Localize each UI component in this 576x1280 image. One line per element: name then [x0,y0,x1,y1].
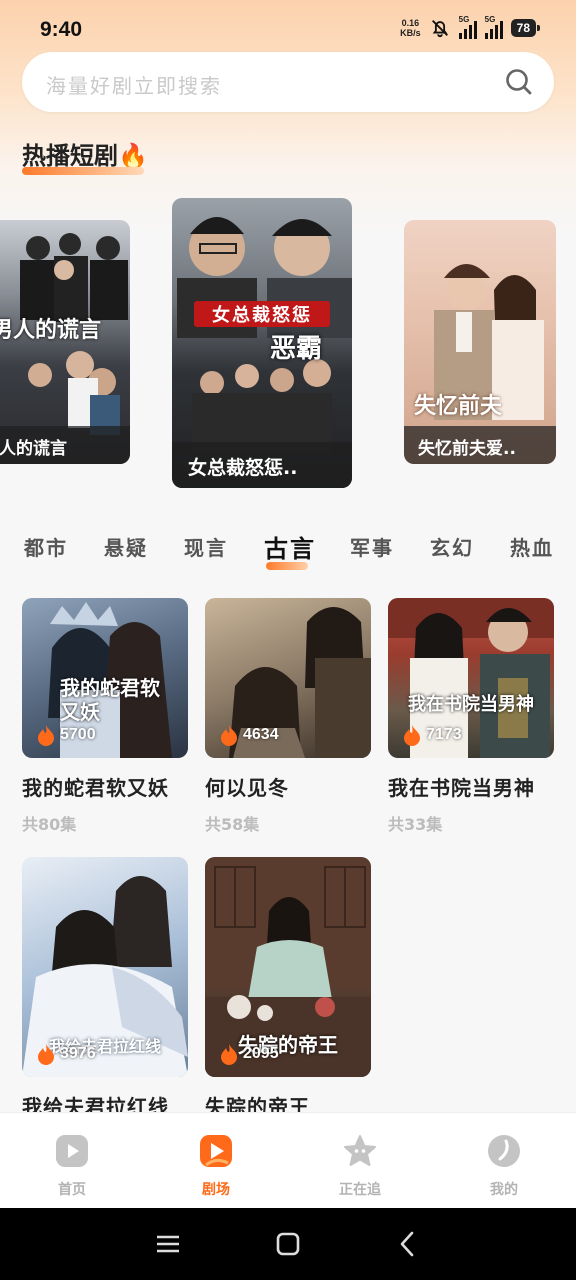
play-count: 5700 [36,724,96,746]
drama-title[interactable]: 我在书院当男神 [388,772,554,801]
poster-subtext: 恶霸 [270,334,323,364]
bottom-navigation: 首页 剧场 正在追 我的 [0,1112,576,1208]
nav-profile[interactable]: 我的 [454,1113,554,1209]
play-count: 2095 [219,1043,279,1065]
network-speed: 0.16 KB/s [400,18,421,38]
mute-bell-icon [431,20,448,38]
nav-home[interactable]: 首页 [22,1113,122,1209]
poster-text: 我在书院当男神 [408,694,534,715]
drama-thumbnail[interactable]: 5700 我的蛇君软又妖 [22,598,188,758]
drama-thumbnail[interactable]: 7173 我在书院当男神 [388,598,554,758]
drama-card[interactable]: 4634 何以见冬 共58集 [205,598,371,835]
card-caption: 女总裁怒惩.. [172,442,352,488]
card-caption: 失忆前夫爱.. [404,426,556,464]
play-count: 7173 [402,724,462,746]
episode-count: 共58集 [205,815,260,834]
section-title-hot: 热播短剧🔥 [22,136,148,171]
poster-text: 男人的谎言 [0,317,101,343]
tab-category-fantasy[interactable]: 玄幻 [430,532,474,561]
play-count: 4634 [219,724,279,746]
card-caption: 男人的谎言 [0,426,130,464]
flame-icon [221,725,237,746]
play-icon [56,1135,88,1167]
search-icon[interactable] [504,67,534,97]
tab-category-ancient-romance[interactable]: 古言 [264,529,316,564]
flame-icon [404,725,420,746]
network-speed-unit: KB/s [400,28,421,38]
active-tab-indicator [266,562,308,570]
carousel-card[interactable]: 失忆前夫 失忆前夫爱.. [404,220,556,464]
system-navigation-bar [0,1208,576,1280]
episode-count: 共80集 [22,815,77,834]
episode-count: 共33集 [388,815,443,834]
section-title-text: 热播短剧 [22,142,118,170]
search-placeholder[interactable]: 海量好剧立即搜索 [46,70,222,99]
card-title: 男人的谎言 [0,439,67,459]
play-count-value: 2095 [243,1045,279,1062]
carousel-card-featured[interactable]: 女总裁怒惩 恶霸 女总裁怒惩.. [172,198,352,488]
drama-card[interactable]: 我给夫君拉红线 3976 我给夫君拉红线 [22,857,188,1120]
nav-label: 我的 [490,1182,518,1198]
flame-icon [221,1044,237,1065]
play-count-value: 7173 [426,726,462,743]
drama-card[interactable]: 7173 我在书院当男神 我在书院当男神 共33集 [388,598,554,835]
signal-icon: 5G [458,15,477,39]
tab-category-modern-romance[interactable]: 现言 [184,532,228,561]
drama-thumbnail[interactable]: 我给夫君拉红线 3976 [22,857,188,1077]
section-title-underline [22,167,144,175]
nav-label: 剧场 [202,1182,230,1198]
flame-icon [38,725,54,746]
play-count-value: 5700 [60,726,96,743]
signal-label: 5G [458,15,470,24]
signal-label: 5G [484,15,496,24]
back-icon[interactable] [392,1228,424,1260]
tab-category-military[interactable]: 军事 [350,532,394,561]
tab-category-urban[interactable]: 都市 [24,532,68,561]
profile-leaf-icon [488,1135,520,1167]
play-count: 3976 [36,1043,96,1065]
drama-title[interactable]: 我的蛇君软又妖 [22,772,188,801]
nav-label: 首页 [58,1182,86,1198]
card-title: 失忆前夫爱.. [418,439,516,459]
poster-text: 失忆前夫 [414,393,503,419]
status-bar: 9:40 0.16 KB/s 5G 5G 78 [0,0,576,60]
play-count-value: 3976 [60,1045,96,1062]
drama-thumbnail[interactable]: 4634 [205,598,371,758]
nav-theater[interactable]: 剧场 [166,1113,266,1209]
battery-indicator: 78 [510,19,541,37]
theater-icon [200,1135,232,1167]
flame-icon [38,1044,54,1065]
tab-category-action[interactable]: 热血 [510,532,554,561]
status-time: 9:40 [40,18,83,41]
drama-card[interactable]: 5700 我的蛇君软又妖 我的蛇君软又妖 共80集 [22,598,188,835]
home-icon[interactable] [272,1228,304,1260]
play-count-value: 4634 [243,726,279,743]
fire-emoji-icon: 🔥 [118,142,148,170]
drama-title[interactable]: 何以见冬 [205,772,371,801]
carousel-card[interactable]: 男人的谎言 男人的谎言 [0,220,130,464]
tab-category-suspense[interactable]: 悬疑 [104,532,148,561]
drama-card[interactable]: 失踪的帝王 2095 失踪的帝王 [205,857,371,1120]
search-bar[interactable]: 海量好剧立即搜索 [22,52,554,112]
star-icon [344,1135,376,1166]
poster-text: 女总裁怒惩 [194,301,330,327]
nav-following[interactable]: 正在追 [310,1113,410,1209]
poster-text: 我的蛇君软又妖 [60,676,160,724]
status-icons: 0.16 KB/s 5G 5G 78 [400,15,541,39]
menu-icon[interactable] [152,1228,184,1260]
card-title: 女总裁怒惩.. [188,457,298,479]
network-speed-value: 0.16 [401,18,420,28]
signal-icon: 5G [484,15,503,39]
nav-label: 正在追 [339,1182,381,1198]
drama-thumbnail[interactable]: 失踪的帝王 2095 [205,857,371,1077]
